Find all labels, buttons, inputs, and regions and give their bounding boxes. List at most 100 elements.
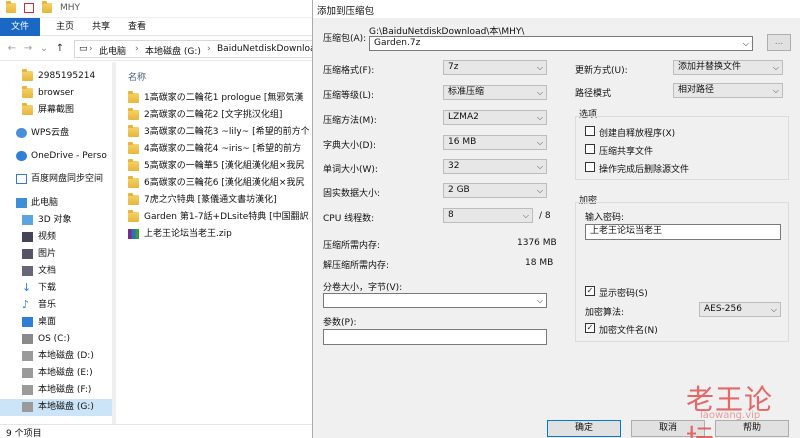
- list-item[interactable]: 2高碳家の二輪花2 [文字挑汉化组]: [128, 107, 312, 124]
- mem-compress-value: 1376 MB: [517, 238, 557, 248]
- music-icon: ♪: [22, 298, 30, 311]
- properties-icon[interactable]: [24, 3, 34, 13]
- back-icon[interactable]: ←: [6, 43, 18, 55]
- breadcrumb-pc[interactable]: 此电脑: [99, 44, 126, 57]
- nav-item-selected[interactable]: 本地磁盘 (G:): [0, 399, 112, 416]
- nav-item[interactable]: 屏幕截图: [0, 102, 112, 119]
- video-icon: [22, 232, 33, 242]
- browse-button[interactable]: ...: [767, 34, 791, 51]
- nav-item[interactable]: 本地磁盘 (F:): [0, 382, 112, 399]
- cloud-icon: [16, 128, 27, 138]
- encrypt-names-checkbox[interactable]: ✓: [585, 323, 595, 333]
- up-icon[interactable]: ↑: [54, 43, 66, 55]
- recent-locations-icon[interactable]: ⌄: [38, 43, 50, 55]
- column-header-name[interactable]: 名称: [128, 70, 146, 83]
- nav-item[interactable]: OneDrive - Perso: [0, 148, 112, 165]
- folder-icon: [128, 210, 139, 222]
- level-label: 压缩等级(L):: [323, 91, 375, 101]
- compress-shared-checkbox[interactable]: [585, 144, 595, 154]
- nav-item[interactable]: 此电脑: [0, 195, 112, 212]
- list-item[interactable]: 上老王论坛当老王.zip: [128, 226, 312, 243]
- nav-item[interactable]: 3D 对象: [0, 212, 112, 229]
- dictionary-label: 字典大小(D):: [323, 141, 376, 151]
- method-select[interactable]: LZMA2 ⌵: [443, 110, 547, 125]
- tab-file[interactable]: 文件: [0, 18, 40, 36]
- nav-item[interactable]: ↓ 下载: [0, 280, 112, 297]
- chevron-down-icon: ⌵: [772, 63, 779, 72]
- folder-icon: [128, 125, 139, 137]
- drive-icon: [22, 385, 33, 395]
- folder-icon: [6, 1, 16, 13]
- params-label: 参数(P):: [323, 318, 357, 328]
- list-item[interactable]: 1高碳家の二輪花1 prologue [無邪気漢: [128, 90, 312, 107]
- path-mode-select[interactable]: 相对路径 ⌵: [673, 83, 783, 98]
- nav-item[interactable]: OS (C:): [0, 331, 112, 348]
- breadcrumb[interactable]: ▭ › 此电脑 › 本地磁盘 (G:) › BaiduNetdiskDownlo…: [74, 40, 321, 58]
- encryption-method-select[interactable]: AES-256 ⌵: [699, 302, 781, 317]
- delete-after-checkbox[interactable]: [585, 162, 595, 172]
- chevron-right-icon: ›: [89, 44, 93, 54]
- mem-compress-label: 压缩所需内存:: [323, 241, 381, 251]
- method-label: 压缩方法(M):: [323, 116, 377, 126]
- nav-item[interactable]: WPS云盘: [0, 125, 112, 142]
- folder-icon: [128, 91, 139, 103]
- word-size-label: 单词大小(W):: [323, 165, 378, 175]
- nav-item[interactable]: 文档: [0, 263, 112, 280]
- archive-name-combobox[interactable]: Garden.7z ⌵: [369, 36, 753, 51]
- nav-item[interactable]: ♪ 音乐: [0, 297, 112, 314]
- forward-icon[interactable]: →: [22, 43, 34, 55]
- chevron-down-icon: ⌵: [522, 211, 529, 220]
- tab-share[interactable]: 共享: [84, 18, 118, 36]
- drive-icon: [22, 368, 33, 378]
- chevron-down-icon: ⌵: [536, 138, 543, 147]
- tab-home[interactable]: 主页: [48, 18, 82, 36]
- list-item[interactable]: 6高碳家の三輪花6 [漢化組漢化組×我尻: [128, 175, 312, 192]
- list-item[interactable]: 3高碳家の二輪花3 ~lily~ [希望的前方个: [128, 124, 312, 141]
- drive-icon: [22, 402, 33, 412]
- format-select[interactable]: 7z ⌵: [443, 60, 547, 75]
- nav-scrollbar[interactable]: [112, 62, 116, 424]
- nav-item[interactable]: 桌面: [0, 314, 112, 331]
- list-item[interactable]: 4高碳家の二輪花4 ~iris~ [希望的前方: [128, 141, 312, 158]
- password-input[interactable]: 上老王论坛当老王: [585, 224, 781, 240]
- status-bar: 9 个项目: [0, 424, 312, 438]
- address-bar-area: ← → ⌄ ↑ ▭ › 此电脑 › 本地磁盘 (G:) › BaiduNetdi…: [0, 37, 321, 61]
- update-mode-label: 更新方式(U):: [575, 66, 628, 76]
- nav-item[interactable]: 2985195214: [0, 68, 112, 85]
- nav-item[interactable]: browser: [0, 85, 112, 102]
- list-item[interactable]: 7虎之穴特典 [篆儀通文書坊漢化]: [128, 192, 312, 209]
- breadcrumb-drive[interactable]: 本地磁盘 (G:): [145, 44, 201, 57]
- list-item[interactable]: 5高碳家の一輪華5 [漢化組漢化組×我尻: [128, 158, 312, 175]
- create-sfx-checkbox[interactable]: [585, 126, 595, 136]
- password-label: 输入密码:: [585, 213, 625, 223]
- nav-item[interactable]: 百度网盘同步空间: [0, 171, 112, 188]
- update-mode-select[interactable]: 添加并替换文件 ⌵: [673, 60, 783, 75]
- dictionary-select[interactable]: 16 MB ⌵: [443, 135, 547, 150]
- nav-item[interactable]: 视频: [0, 229, 112, 246]
- cube-icon: [22, 215, 33, 225]
- cpu-threads-select[interactable]: 8 ⌵: [443, 208, 533, 223]
- drive-icon: [22, 351, 33, 361]
- tab-view[interactable]: 查看: [120, 18, 154, 36]
- breadcrumb-folder[interactable]: BaiduNetdiskDownload: [217, 44, 321, 54]
- nav-item[interactable]: 图片: [0, 246, 112, 263]
- split-size-combobox[interactable]: ⌵: [323, 293, 547, 308]
- format-label: 压缩格式(F):: [323, 66, 375, 76]
- zip-archive-icon: [128, 229, 139, 239]
- params-input[interactable]: [323, 329, 547, 345]
- solid-size-select[interactable]: 2 GB ⌵: [443, 183, 547, 198]
- word-size-select[interactable]: 32 ⌵: [443, 159, 547, 174]
- file-list: 名称 1高碳家の二輪花1 prologue [無邪気漢 2高碳家の二輪花2 [文…: [118, 62, 312, 424]
- list-item[interactable]: Garden 第1-7話+DLsite特典 [中国翻訳: [128, 209, 312, 226]
- folder-icon: [22, 69, 33, 81]
- ok-button[interactable]: 确定: [547, 420, 621, 437]
- compress-shared-label: 压缩共享文件: [599, 147, 654, 157]
- new-folder-icon[interactable]: [42, 1, 52, 13]
- pc-icon: ▭: [79, 44, 88, 54]
- show-password-checkbox[interactable]: ✓: [585, 286, 595, 296]
- explorer-titlebar: MHY: [0, 0, 312, 18]
- nav-item[interactable]: 本地磁盘 (E:): [0, 365, 112, 382]
- chevron-down-icon: ⌵: [536, 162, 543, 171]
- level-select[interactable]: 标准压缩 ⌵: [443, 85, 547, 100]
- nav-item[interactable]: 本地磁盘 (D:): [0, 348, 112, 365]
